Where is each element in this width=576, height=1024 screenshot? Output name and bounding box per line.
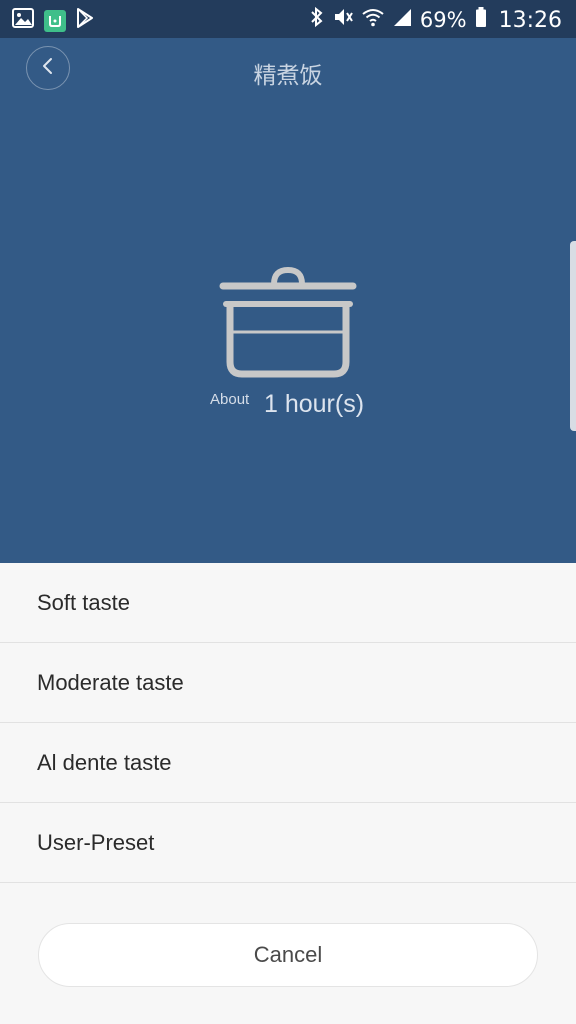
- side-drawer-handle[interactable]: [570, 241, 576, 431]
- option-soft-taste[interactable]: Soft taste: [0, 563, 576, 643]
- status-notifications: [12, 8, 94, 33]
- signal-icon: [392, 7, 412, 33]
- mute-icon: [332, 6, 354, 34]
- status-bar: 69% 13:26: [0, 0, 576, 38]
- battery-icon: [475, 6, 487, 34]
- option-user-preset[interactable]: User-Preset: [0, 803, 576, 883]
- option-label: User-Preset: [37, 829, 155, 855]
- cooking-pot-icon: [218, 264, 358, 389]
- screen: 69% 13:26 精煮饭 About 1 hour(s) Soft taste…: [0, 0, 576, 1024]
- duration-prefix: About: [210, 391, 250, 408]
- mi-home-app-icon: [44, 9, 66, 32]
- battery-percent: 69%: [419, 8, 467, 32]
- status-system: 69% 13:26: [310, 6, 562, 34]
- play-store-icon: [76, 8, 94, 33]
- page-title: 精煮饭: [253, 63, 323, 89]
- taste-selection-sheet: Soft taste Moderate taste Al dente taste…: [0, 563, 576, 1024]
- taste-option-list: Soft taste Moderate taste Al dente taste…: [0, 563, 576, 883]
- option-label: Moderate taste: [37, 669, 184, 695]
- cooking-duration: 1 hour(s): [264, 390, 365, 418]
- option-label: Soft taste: [37, 589, 130, 615]
- option-al-dente-taste[interactable]: Al dente taste: [0, 723, 576, 803]
- wifi-icon: [362, 7, 384, 33]
- cooking-hero-panel: 精煮饭 About 1 hour(s): [0, 38, 576, 563]
- cancel-button[interactable]: Cancel: [38, 923, 538, 987]
- clock: 13:26: [498, 7, 562, 33]
- option-label: Al dente taste: [37, 749, 172, 775]
- gallery-icon: [12, 8, 34, 33]
- option-moderate-taste[interactable]: Moderate taste: [0, 643, 576, 723]
- bluetooth-icon: [310, 6, 324, 34]
